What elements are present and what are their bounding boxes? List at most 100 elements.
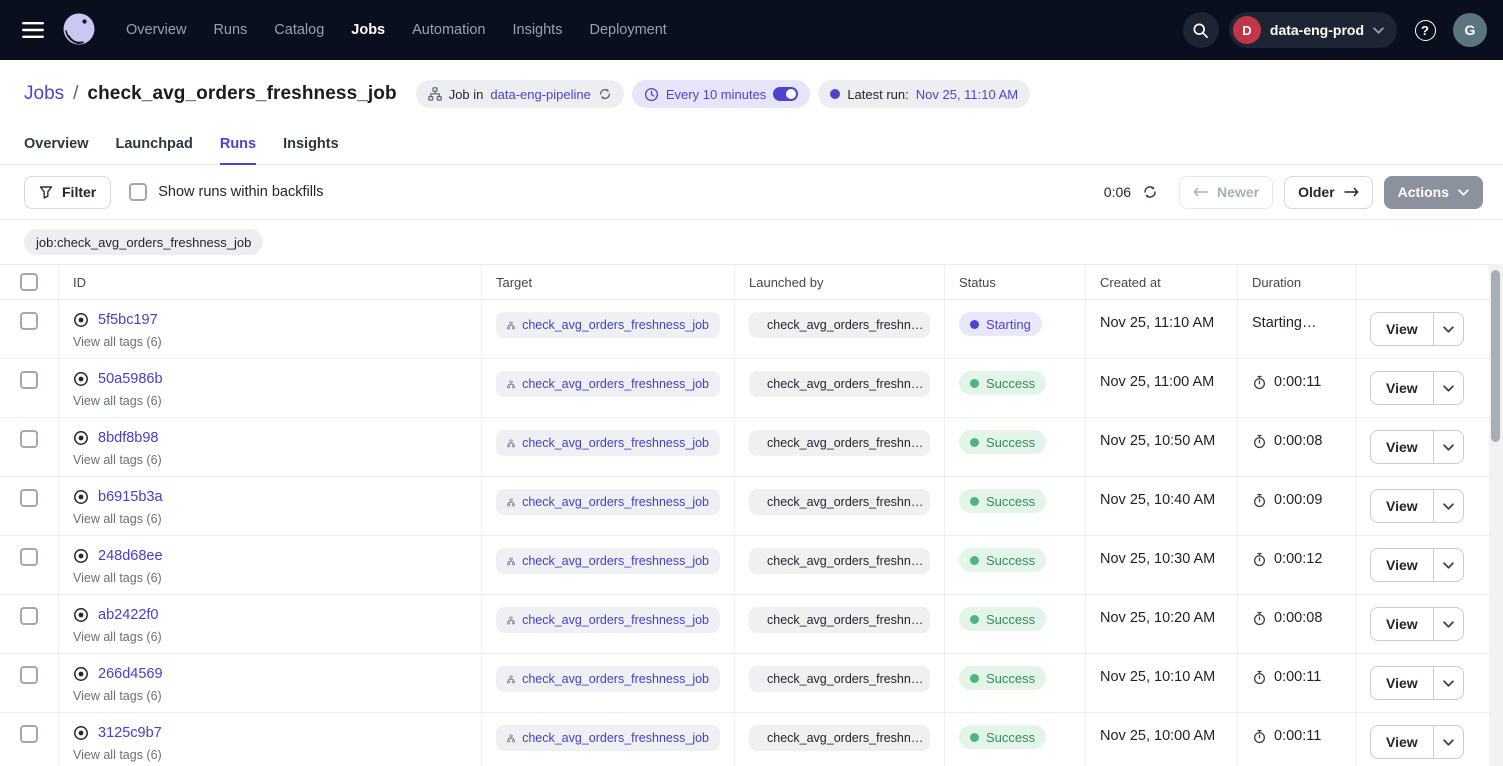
sync-icon[interactable] bbox=[598, 87, 612, 101]
target-pill[interactable]: check_avg_orders_freshness_job bbox=[496, 548, 720, 574]
view-dropdown-toggle[interactable] bbox=[1433, 667, 1463, 699]
row-checkbox[interactable] bbox=[20, 725, 38, 743]
view-dropdown-toggle[interactable] bbox=[1433, 549, 1463, 581]
run-id-link[interactable]: 248d68ee bbox=[98, 548, 163, 564]
refresh-icon bbox=[1142, 184, 1158, 200]
view-run-button[interactable]: View bbox=[1370, 725, 1464, 759]
view-all-tags-link[interactable]: View all tags (6) bbox=[73, 394, 467, 408]
actions-button[interactable]: Actions bbox=[1384, 176, 1483, 209]
duration-cell: 0:00:11 bbox=[1238, 359, 1356, 417]
job-filter-tag[interactable]: job:check_avg_orders_freshness_job bbox=[24, 229, 263, 255]
launched-by-pill[interactable]: check_avg_orders_freshn… bbox=[749, 489, 930, 515]
vertical-scrollbar[interactable] bbox=[1489, 264, 1503, 766]
launched-by-pill[interactable]: check_avg_orders_freshn… bbox=[749, 371, 930, 397]
created-at-cell: Nov 25, 10:20 AM bbox=[1086, 595, 1238, 653]
target-cell: check_avg_orders_freshness_job bbox=[482, 359, 735, 417]
nav-item-jobs[interactable]: Jobs bbox=[351, 22, 385, 38]
nav-item-insights[interactable]: Insights bbox=[512, 22, 562, 38]
view-dropdown-toggle[interactable] bbox=[1433, 490, 1463, 522]
target-pill[interactable]: check_avg_orders_freshness_job bbox=[496, 607, 720, 633]
status-dot bbox=[970, 497, 979, 506]
schedule-toggle[interactable] bbox=[773, 87, 798, 101]
nav-item-deployment[interactable]: Deployment bbox=[589, 22, 666, 38]
chevron-down-icon bbox=[1443, 562, 1454, 569]
target-pill[interactable]: check_avg_orders_freshness_job bbox=[496, 489, 720, 515]
launched-by-pill[interactable]: check_avg_orders_freshn… bbox=[749, 312, 930, 338]
table-row: b6915b3a View all tags (6) check_avg_ord… bbox=[0, 477, 1503, 536]
target-pill[interactable]: check_avg_orders_freshness_job bbox=[496, 725, 720, 751]
refresh-button[interactable] bbox=[1142, 184, 1158, 200]
row-checkbox[interactable] bbox=[20, 548, 38, 566]
view-run-button[interactable]: View bbox=[1370, 548, 1464, 582]
row-checkbox[interactable] bbox=[20, 430, 38, 448]
view-all-tags-link[interactable]: View all tags (6) bbox=[73, 335, 467, 349]
view-run-button[interactable]: View bbox=[1370, 607, 1464, 641]
launched-by-pill[interactable]: check_avg_orders_freshn… bbox=[749, 607, 930, 633]
row-checkbox[interactable] bbox=[20, 666, 38, 684]
view-run-button[interactable]: View bbox=[1370, 371, 1464, 405]
run-id-link[interactable]: 5f5bc197 bbox=[98, 312, 158, 328]
run-id-link[interactable]: 8bdf8b98 bbox=[98, 430, 158, 446]
launched-by-pill[interactable]: check_avg_orders_freshn… bbox=[749, 430, 930, 456]
newer-button[interactable]: Newer bbox=[1179, 176, 1273, 209]
select-all-checkbox[interactable] bbox=[20, 273, 38, 291]
target-pill[interactable]: check_avg_orders_freshness_job bbox=[496, 312, 720, 338]
nav-item-automation[interactable]: Automation bbox=[412, 22, 485, 38]
target-pill[interactable]: check_avg_orders_freshness_job bbox=[496, 430, 720, 456]
pipeline-link[interactable]: data-eng-pipeline bbox=[490, 87, 590, 102]
view-all-tags-link[interactable]: View all tags (6) bbox=[73, 689, 467, 703]
run-id-link[interactable]: b6915b3a bbox=[98, 489, 163, 505]
view-all-tags-link[interactable]: View all tags (6) bbox=[73, 748, 467, 762]
help-button[interactable]: ? bbox=[1407, 12, 1443, 48]
view-all-tags-link[interactable]: View all tags (6) bbox=[73, 453, 467, 467]
nav-item-overview[interactable]: Overview bbox=[126, 22, 186, 38]
tab-runs[interactable]: Runs bbox=[220, 123, 256, 165]
row-checkbox[interactable] bbox=[20, 607, 38, 625]
target-pill[interactable]: check_avg_orders_freshness_job bbox=[496, 666, 720, 692]
view-run-button[interactable]: View bbox=[1370, 312, 1464, 346]
table-row: 5f5bc197 View all tags (6) check_avg_ord… bbox=[0, 300, 1503, 359]
deployment-switcher[interactable]: D data-eng-prod bbox=[1229, 12, 1397, 48]
row-checkbox[interactable] bbox=[20, 371, 38, 389]
view-all-tags-link[interactable]: View all tags (6) bbox=[73, 571, 467, 585]
hamburger-menu-icon[interactable] bbox=[16, 13, 50, 47]
user-avatar[interactable]: G bbox=[1453, 13, 1487, 47]
launched-by-pill[interactable]: check_avg_orders_freshn… bbox=[749, 725, 930, 751]
filter-button[interactable]: Filter bbox=[24, 176, 111, 209]
view-dropdown-toggle[interactable] bbox=[1433, 431, 1463, 463]
row-checkbox[interactable] bbox=[20, 489, 38, 507]
latest-run-label: Latest run: bbox=[847, 87, 908, 102]
run-id-link[interactable]: 266d4569 bbox=[98, 666, 163, 682]
view-dropdown-toggle[interactable] bbox=[1433, 726, 1463, 758]
tab-overview[interactable]: Overview bbox=[24, 123, 89, 165]
status-dot bbox=[970, 320, 979, 329]
target-pill[interactable]: check_avg_orders_freshness_job bbox=[496, 371, 720, 397]
view-dropdown-toggle[interactable] bbox=[1433, 608, 1463, 640]
created-at-cell: Nov 25, 10:00 AM bbox=[1086, 713, 1238, 766]
older-button[interactable]: Older bbox=[1284, 176, 1373, 209]
row-checkbox[interactable] bbox=[20, 312, 38, 330]
view-dropdown-toggle[interactable] bbox=[1433, 313, 1463, 345]
view-all-tags-link[interactable]: View all tags (6) bbox=[73, 512, 467, 526]
nav-item-runs[interactable]: Runs bbox=[213, 22, 247, 38]
run-id-link[interactable]: ab2422f0 bbox=[98, 607, 158, 623]
launched-by-pill[interactable]: check_avg_orders_freshn… bbox=[749, 666, 930, 692]
run-id-link[interactable]: 50a5986b bbox=[98, 371, 163, 387]
backfills-checkbox[interactable] bbox=[129, 183, 147, 201]
view-run-button[interactable]: View bbox=[1370, 489, 1464, 523]
view-dropdown-toggle[interactable] bbox=[1433, 372, 1463, 404]
latest-run-link[interactable]: Nov 25, 11:10 AM bbox=[916, 87, 1018, 102]
dagster-logo-icon[interactable] bbox=[60, 11, 98, 49]
tab-launchpad[interactable]: Launchpad bbox=[116, 123, 193, 165]
tab-insights[interactable]: Insights bbox=[283, 123, 339, 165]
view-run-button[interactable]: View bbox=[1370, 430, 1464, 464]
view-all-tags-link[interactable]: View all tags (6) bbox=[73, 630, 467, 644]
breadcrumb-jobs-link[interactable]: Jobs bbox=[24, 83, 64, 105]
search-button[interactable] bbox=[1183, 12, 1219, 48]
nav-item-catalog[interactable]: Catalog bbox=[274, 22, 324, 38]
scrollbar-thumb[interactable] bbox=[1491, 270, 1500, 442]
run-id-link[interactable]: 3125c9b7 bbox=[98, 725, 162, 741]
view-run-button[interactable]: View bbox=[1370, 666, 1464, 700]
launched-by-pill[interactable]: check_avg_orders_freshn… bbox=[749, 548, 930, 574]
created-at-cell: Nov 25, 10:10 AM bbox=[1086, 654, 1238, 712]
